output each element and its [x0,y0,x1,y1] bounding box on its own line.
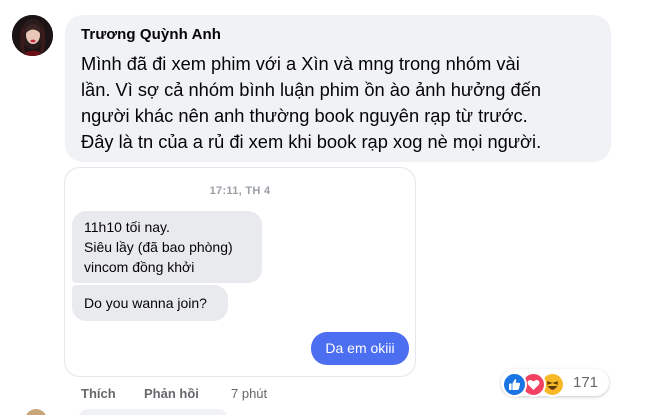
comment-thread: Trương Quỳnh Anh Mình đã đi xem phim với… [0,0,651,415]
comment-time[interactable]: 7 phút [231,386,267,401]
message-line: 11h10 tối nay. [84,219,170,235]
avatar-image [12,15,53,56]
comment-bubble: Trương Quỳnh Anh Mình đã đi xem phim với… [65,15,611,162]
reaction-count: 171 [573,374,599,391]
comment-line: Mình đã đi xem phim với a Xìn và mng tro… [81,53,520,74]
comment-author[interactable]: Trương Quỳnh Anh [81,26,221,43]
chat-screenshot-image[interactable]: 17:11, TH 4 11h10 tối nay. Siêu lầy (đã … [64,167,416,377]
like-button[interactable]: Thích [81,386,116,401]
incoming-message: Do you wanna join? [72,285,228,321]
message-line: vincom đồng khởi [84,259,195,275]
comment-line: người khác nên anh thường book nguyên rạ… [81,105,528,126]
reactions-summary[interactable]: 171 [501,369,609,397]
message-line: Siêu lầy (đã bao phòng) [84,239,233,255]
next-comment-avatar[interactable] [25,409,47,415]
outgoing-message: Da em okiii [311,332,409,365]
comment-line: Đây là tn của a rủ đi xem khi book rạp x… [81,131,542,152]
comment-text: Mình đã đi xem phim với a Xìn và mng tro… [81,51,609,155]
reply-button[interactable]: Phản hồi [144,386,199,401]
next-comment-bubble [78,409,228,415]
like-icon [502,372,527,397]
avatar[interactable] [12,15,53,56]
chat-timestamp: 17:11, TH 4 [209,185,271,197]
incoming-message: 11h10 tối nay. Siêu lầy (đã bao phòng) v… [72,211,262,283]
comment-line: lần. Vì sợ cả nhóm bình luận phim ồn ào … [81,79,542,100]
